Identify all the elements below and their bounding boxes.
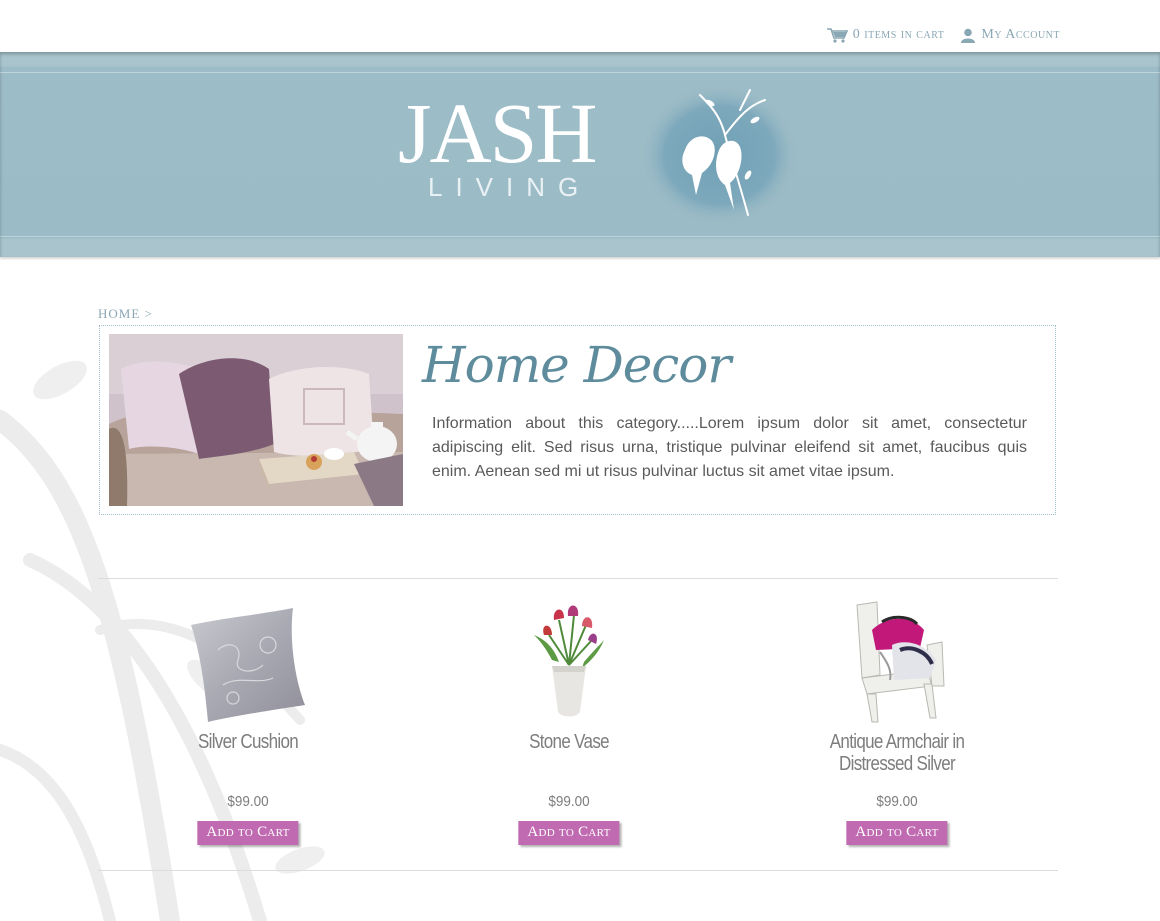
shopping-cart-icon (826, 27, 848, 43)
add-to-cart-button[interactable]: Add to Cart (846, 821, 948, 845)
top-links: 0 items in cart My Account (826, 27, 1060, 43)
bird-branch-logo-icon (640, 84, 799, 226)
product-card: Silver Cushion $99.00 Add to Cart (128, 590, 368, 845)
breadcrumb: HOME > (98, 306, 153, 322)
cart-link[interactable]: 0 items in cart (826, 27, 945, 43)
product-name[interactable]: Antique Armchair in Distressed Silver (795, 731, 999, 775)
category-title: Home Decor (422, 336, 731, 394)
product-card: Stone Vase $99.00 Add to Cart (449, 590, 689, 845)
product-name[interactable]: Silver Cushion (146, 731, 350, 753)
product-grid-bottom-divider (98, 870, 1058, 871)
product-image-antique-armchair[interactable] (832, 590, 962, 725)
product-grid-top-divider (98, 578, 1058, 579)
breadcrumb-separator: > (144, 306, 153, 321)
product-name[interactable]: Stone Vase (467, 731, 671, 753)
category-header: Home Decor Information about this catego… (99, 325, 1056, 515)
add-to-cart-button[interactable]: Add to Cart (197, 821, 299, 845)
product-price: $99.00 (548, 793, 590, 810)
account-link[interactable]: My Account (960, 27, 1060, 43)
logo-wordmark: JASH (398, 85, 598, 181)
product-card: Antique Armchair in Distressed Silver $9… (777, 590, 1017, 845)
product-price: $99.00 (876, 793, 918, 810)
top-bar: 0 items in cart My Account (0, 0, 1160, 52)
account-label: My Account (981, 27, 1060, 42)
category-image (109, 334, 403, 506)
add-to-cart-button[interactable]: Add to Cart (518, 821, 620, 845)
logo-subtitle: LIVING (428, 172, 592, 202)
product-image-stone-vase[interactable] (504, 590, 634, 725)
product-price: $99.00 (227, 793, 269, 810)
cart-count-label: 0 items in cart (852, 27, 945, 42)
category-description: Information about this category.....Lore… (432, 415, 1027, 480)
band-divider (0, 236, 1160, 237)
band-divider (0, 72, 1160, 73)
user-icon (961, 28, 976, 43)
product-image-silver-cushion[interactable] (183, 590, 313, 725)
breadcrumb-home-link[interactable]: HOME (98, 306, 140, 321)
